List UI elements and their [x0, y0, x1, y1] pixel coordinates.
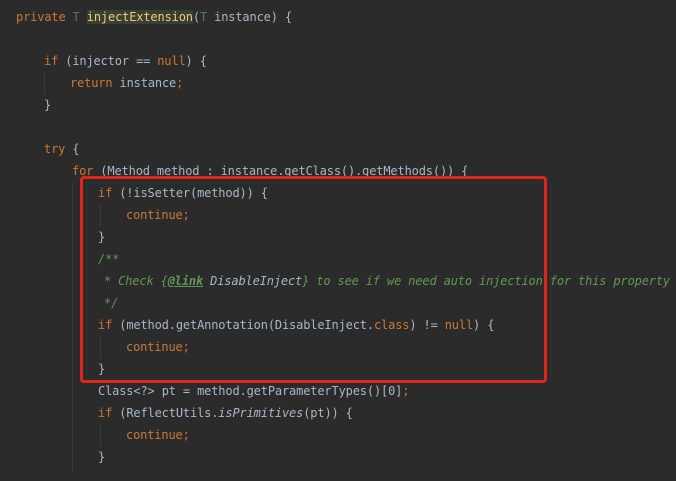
highlight-box	[80, 176, 547, 383]
parameter-type: T	[199, 10, 208, 24]
keyword-return: return	[70, 76, 113, 90]
keyword-try: try	[44, 142, 66, 156]
indent-guide	[72, 182, 73, 472]
pt-argument: pt	[310, 406, 325, 420]
injector-field: injector	[72, 54, 129, 68]
code-line-continue[interactable]: continue;	[126, 424, 190, 446]
code-line-if-primitives[interactable]: if (ReflectUtils.isPrimitives(pt)) {	[98, 402, 353, 424]
operator-eq: ==	[136, 54, 151, 68]
get-parameter-types-call: getParameterTypes()	[246, 384, 382, 398]
parameter-name: instance	[214, 10, 271, 24]
array-index: [0]	[381, 384, 403, 398]
keyword-null: null	[157, 54, 186, 68]
reflect-utils-class: ReflectUtils	[126, 406, 212, 420]
code-editor[interactable]: private T injectExtension(T instance) { …	[0, 0, 676, 481]
pt-variable: pt	[161, 384, 176, 398]
code-line-return-instance[interactable]: return instance;	[70, 72, 183, 94]
code-line-param-type[interactable]: Class<?> pt = method.getParameterTypes()…	[98, 380, 409, 402]
type-parameter: T	[72, 10, 80, 24]
method-name: injectExtension	[86, 10, 193, 24]
class-type: Class	[98, 384, 134, 398]
keyword-if: if	[98, 406, 113, 420]
keyword-private: private	[16, 10, 66, 24]
wildcard-generic: <?>	[133, 384, 155, 398]
keyword-if: if	[44, 54, 59, 68]
method-variable: method	[197, 384, 240, 398]
keyword-continue: continue	[126, 428, 183, 442]
code-line-try[interactable]: try {	[44, 138, 80, 160]
return-value: instance	[119, 76, 177, 90]
code-line-close-brace[interactable]: }	[44, 94, 51, 116]
indent-guide	[44, 72, 45, 94]
is-primitives-call: isPrimitives	[218, 406, 304, 420]
code-line-method-signature[interactable]: private T injectExtension(T instance) {	[16, 6, 292, 28]
code-line-if-injector-null[interactable]: if (injector == null) {	[44, 50, 207, 72]
code-line-close-brace[interactable]: }	[98, 446, 105, 468]
indent-guide	[100, 424, 101, 446]
